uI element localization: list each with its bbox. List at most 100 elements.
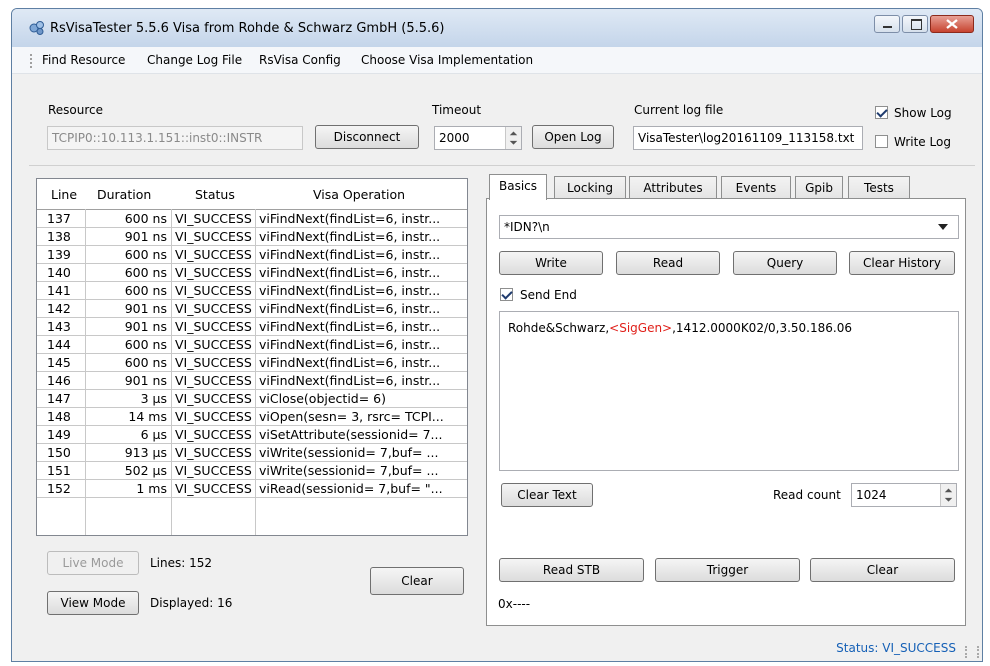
spinner-arrows-icon (944, 488, 953, 502)
cell-status: VI_SUCCESS (175, 247, 252, 262)
cell-duration: 901 ns (124, 319, 167, 334)
view-mode-button[interactable]: View Mode (47, 591, 139, 615)
current-log-value: VisaTester\log20161109_113158.txt (638, 131, 855, 145)
table-row[interactable]: 142 901 ns VI_SUCCESS viFindNext(findList=6… (37, 300, 467, 318)
log-table[interactable]: Line Duration Status Visa Operation 137 6… (36, 178, 468, 536)
show-log-checkbox[interactable] (875, 106, 888, 119)
response-textbox[interactable]: Rohde&Schwarz,<SigGen>,1412.0000K02/0,3.… (499, 311, 959, 471)
clear-log-button[interactable]: Clear (370, 567, 464, 595)
send-end-checkbox[interactable] (500, 288, 513, 301)
cell-status: VI_SUCCESS (175, 409, 252, 424)
response-highlight: <SigGen> (609, 321, 673, 335)
read-count-label: Read count (773, 488, 841, 502)
disconnect-button[interactable]: Disconnect (315, 125, 419, 149)
cell-visa-operation: viFindNext(findList=6, instr... (259, 229, 441, 244)
timeout-label: Timeout (432, 103, 482, 117)
table-row[interactable]: 147 3 µs VI_SUCCESS viClose(objectid= 6) (37, 390, 467, 408)
table-row[interactable]: 137 600 ns VI_SUCCESS viFindNext(findList=6… (37, 210, 467, 228)
tab-attributes[interactable]: Attributes (629, 176, 717, 200)
status-text: Status: VI_SUCCESS (836, 641, 956, 655)
maximize-button[interactable] (902, 15, 928, 33)
table-row[interactable]: 152 1 ms VI_SUCCESS viRead(sessionid= 7,buf… (37, 480, 467, 498)
title-bar: RsVisaTester 5.5.6 Visa from Rohde & Sch… (12, 9, 982, 48)
table-row[interactable]: 149 6 µs VI_SUCCESS viSetAttribute(sessioni… (37, 426, 467, 444)
timeout-spinner[interactable] (505, 127, 521, 149)
menu-change-log-file[interactable]: Change Log File (147, 53, 242, 67)
tab-tests[interactable]: Tests (848, 176, 910, 200)
cell-line: 141 (47, 283, 71, 298)
cell-visa-operation: viFindNext(findList=6, instr... (259, 247, 441, 262)
cell-visa-operation: viOpen(sesn= 3, rsrc= TCPI... (259, 409, 444, 424)
cell-status: VI_SUCCESS (175, 265, 252, 280)
table-row[interactable]: 146 901 ns VI_SUCCESS viFindNext(findList=6… (37, 372, 467, 390)
cell-line: 144 (47, 337, 71, 352)
close-button[interactable] (930, 15, 974, 33)
table-row[interactable]: 143 901 ns VI_SUCCESS viFindNext(findList=6… (37, 318, 467, 336)
resize-grip-icon[interactable] (965, 646, 979, 658)
read-button[interactable]: Read (616, 251, 720, 275)
trigger-button[interactable]: Trigger (655, 558, 800, 582)
write-log-checkbox[interactable] (875, 135, 888, 148)
menu-rsvisa-config[interactable]: RsVisa Config (259, 53, 341, 67)
chevron-down-icon[interactable] (938, 224, 948, 230)
tab-basics[interactable]: Basics (489, 174, 547, 200)
table-row[interactable]: 151 502 µs VI_SUCCESS viWrite(sessionid= 7,… (37, 462, 467, 480)
table-row[interactable]: 150 913 µs VI_SUCCESS viWrite(sessionid= 7,… (37, 444, 467, 462)
open-log-button[interactable]: Open Log (532, 125, 614, 149)
command-combobox[interactable]: *IDN?\n (499, 215, 959, 239)
clear-history-button[interactable]: Clear History (849, 251, 955, 275)
tab-gpib[interactable]: Gpib (795, 176, 843, 200)
show-log-label: Show Log (894, 106, 952, 120)
read-count-value: 1024 (856, 488, 887, 502)
table-row[interactable]: 145 600 ns VI_SUCCESS viFindNext(findList=6… (37, 354, 467, 372)
cell-visa-operation: viFindNext(findList=6, instr... (259, 355, 441, 370)
write-button[interactable]: Write (499, 251, 603, 275)
app-logo-icon (29, 21, 44, 35)
table-row[interactable]: 138 901 ns VI_SUCCESS viFindNext(findList=6… (37, 228, 467, 246)
menu-find-resource[interactable]: Find Resource (42, 53, 125, 67)
cell-line: 152 (47, 481, 71, 496)
write-log-label: Write Log (894, 135, 951, 149)
cell-visa-operation: viClose(objectid= 6) (259, 391, 387, 406)
col-header-visa-operation[interactable]: Visa Operation (313, 187, 405, 202)
table-row[interactable]: 140 600 ns VI_SUCCESS viFindNext(findList=6… (37, 264, 467, 282)
maximize-icon (911, 19, 922, 30)
window-controls (872, 15, 974, 35)
cell-duration: 901 ns (124, 301, 167, 316)
resource-field: TCPIP0::10.113.1.151::inst0::INSTR (47, 126, 303, 150)
tab-locking[interactable]: Locking (554, 176, 626, 200)
col-header-line[interactable]: Line (51, 187, 77, 202)
read-count-spinner[interactable] (940, 484, 956, 506)
table-row[interactable]: 141 600 ns VI_SUCCESS viFindNext(findList=6… (37, 282, 467, 300)
read-stb-button[interactable]: Read STB (499, 558, 644, 582)
table-row[interactable]: 148 14 ms VI_SUCCESS viOpen(sesn= 3, rsrc= … (37, 408, 467, 426)
cell-line: 145 (47, 355, 71, 370)
tab-events[interactable]: Events (721, 176, 791, 200)
cell-duration: 14 ms (128, 409, 167, 424)
stb-value: 0x---- (498, 597, 531, 611)
response-text-tail: ,1412.0000K02/0,3.50.186.06 (672, 321, 852, 335)
cell-visa-operation: viWrite(sessionid= 7,buf= ... (259, 445, 439, 460)
table-row[interactable]: 144 600 ns VI_SUCCESS viFindNext(findList=6… (37, 336, 467, 354)
live-mode-button: Live Mode (47, 551, 139, 575)
cell-status: VI_SUCCESS (175, 373, 252, 388)
cell-duration: 600 ns (124, 247, 167, 262)
current-log-field[interactable]: VisaTester\log20161109_113158.txt (633, 126, 863, 150)
cell-duration: 901 ns (124, 373, 167, 388)
minimize-button[interactable] (874, 15, 900, 33)
cell-duration: 6 µs (140, 427, 167, 442)
table-row[interactable]: 139 600 ns VI_SUCCESS viFindNext(findList=6… (37, 246, 467, 264)
col-header-duration[interactable]: Duration (97, 187, 151, 202)
menu-choose-visa-implementation[interactable]: Choose Visa Implementation (361, 53, 533, 67)
window-title: RsVisaTester 5.5.6 Visa from Rohde & Sch… (50, 21, 445, 36)
cell-status: VI_SUCCESS (175, 283, 252, 298)
timeout-value: 2000 (439, 131, 470, 145)
cell-duration: 3 µs (140, 391, 167, 406)
clear-text-button[interactable]: Clear Text (501, 483, 593, 507)
query-button[interactable]: Query (733, 251, 837, 275)
col-header-status[interactable]: Status (195, 187, 235, 202)
cell-duration: 600 ns (124, 265, 167, 280)
response-text: Rohde&Schwarz, (508, 321, 610, 335)
cell-visa-operation: viWrite(sessionid= 7,buf= ... (259, 463, 439, 478)
clear-button[interactable]: Clear (810, 558, 955, 582)
